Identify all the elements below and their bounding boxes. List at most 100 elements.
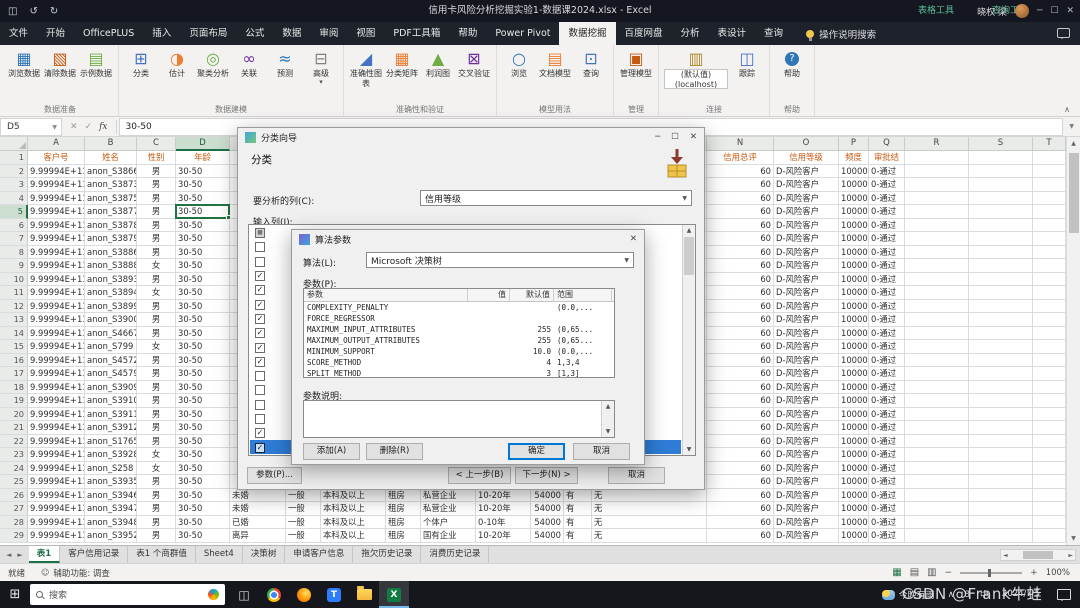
cell-B1[interactable]: 姓名 <box>85 151 137 165</box>
formula-bar-expand-icon[interactable]: ▼ <box>1063 123 1080 130</box>
cell-D21[interactable]: 30-50 <box>176 421 230 435</box>
sheet-nav-left-icon[interactable]: ◄ <box>6 551 11 559</box>
cell-N22[interactable]: 60 <box>707 434 774 448</box>
cell-T9[interactable] <box>1033 259 1066 273</box>
cell-A1[interactable]: 客户号 <box>28 151 85 165</box>
clean-data-button[interactable]: ▧ 清除数据 <box>42 47 78 79</box>
tencent-docs-icon[interactable]: T <box>319 581 349 608</box>
scrollbar-thumb[interactable] <box>1069 153 1079 233</box>
checkbox-icon[interactable] <box>255 371 265 382</box>
cell-C19[interactable]: 男 <box>137 394 176 408</box>
wizard-titlebar[interactable]: 分类向导 ─ ☐ ✕ <box>238 128 704 146</box>
cell-N16[interactable]: 60 <box>707 353 774 367</box>
cell-N26[interactable]: 60 <box>707 488 774 502</box>
column-header-C[interactable]: C <box>137 137 176 151</box>
row-header-13[interactable]: 13 <box>0 313 28 327</box>
cell-O19[interactable]: D-风险客户 <box>774 394 839 408</box>
cell-A13[interactable]: 9.99994E+11 <box>28 313 85 327</box>
checkbox-icon[interactable]: ✓ <box>255 428 265 439</box>
cell-O16[interactable]: D-风险客户 <box>774 353 839 367</box>
trace-button[interactable]: ◫ 跟踪 <box>729 47 765 79</box>
cell-T23[interactable] <box>1033 448 1066 462</box>
cell-C13[interactable]: 男 <box>137 313 176 327</box>
cell-N11[interactable]: 60 <box>707 286 774 300</box>
ribbon-tab[interactable]: 表设计 <box>709 22 756 45</box>
accuracy-chart-button[interactable]: ◢ 准确性图表 <box>348 47 384 88</box>
comment-icon[interactable] <box>1057 28 1070 39</box>
cell-J27[interactable]: 10-20年 <box>476 502 531 516</box>
ribbon-tab[interactable]: 公式 <box>236 22 273 45</box>
cell-F28[interactable]: 一般 <box>286 515 321 529</box>
cell-Q7[interactable]: 0-通过 <box>869 232 905 246</box>
cell-M26[interactable]: 无 <box>592 488 707 502</box>
row-header-22[interactable]: 22 <box>0 434 28 448</box>
cell-F29[interactable]: 一般 <box>286 529 321 543</box>
checkbox-icon[interactable]: ✓ <box>255 299 265 310</box>
tell-me-search[interactable]: 操作说明搜索 <box>806 22 876 45</box>
cell-A22[interactable]: 9.99994E+11 <box>28 434 85 448</box>
cell-E27[interactable]: 未婚 <box>230 502 286 516</box>
cell-D13[interactable]: 30-50 <box>176 313 230 327</box>
cell-B7[interactable]: anon_S3879 <box>85 232 137 246</box>
cell-S29[interactable] <box>969 529 1033 543</box>
sheet-tab[interactable]: 表1 个商群值 <box>128 546 196 563</box>
column-header-S[interactable]: S <box>969 137 1033 151</box>
ribbon-tab[interactable]: 帮助 <box>449 22 486 45</box>
cell-L26[interactable]: 有 <box>564 488 592 502</box>
row-header-4[interactable]: 4 <box>0 191 28 205</box>
cell-L29[interactable]: 有 <box>564 529 592 543</box>
forecast-button[interactable]: ≈ 预测 <box>267 47 303 79</box>
ribbon-tab[interactable]: 百度网盘 <box>616 22 672 45</box>
cell-P2[interactable]: 10000 <box>839 164 869 178</box>
cell-K29[interactable]: 54000 <box>531 529 564 543</box>
user-name[interactable]: 晓权 梁 <box>977 5 1007 18</box>
row-header-20[interactable]: 20 <box>0 407 28 421</box>
cell-B3[interactable]: anon_S3873 <box>85 178 137 192</box>
cell-C12[interactable]: 男 <box>137 299 176 313</box>
cell-R29[interactable] <box>905 529 969 543</box>
cell-R5[interactable] <box>905 205 969 219</box>
cell-Q12[interactable]: 0-通过 <box>869 299 905 313</box>
cell-S23[interactable] <box>969 448 1033 462</box>
cell-C25[interactable]: 男 <box>137 475 176 489</box>
cell-P16[interactable]: 10000 <box>839 353 869 367</box>
cell-P26[interactable]: 10000 <box>839 488 869 502</box>
ribbon-tab[interactable]: OfficePLUS <box>74 22 143 45</box>
cell-C10[interactable]: 男 <box>137 272 176 286</box>
cell-T29[interactable] <box>1033 529 1066 543</box>
cell-N3[interactable]: 60 <box>707 178 774 192</box>
cell-P17[interactable]: 10000 <box>839 367 869 381</box>
ribbon-tab[interactable]: PDF工具箱 <box>384 22 449 45</box>
cell-N9[interactable]: 60 <box>707 259 774 273</box>
cell-S12[interactable] <box>969 299 1033 313</box>
cell-S5[interactable] <box>969 205 1033 219</box>
cell-N13[interactable]: 60 <box>707 313 774 327</box>
cell-P3[interactable]: 10000 <box>839 178 869 192</box>
cell-O25[interactable]: D-风险客户 <box>774 475 839 489</box>
cell-O12[interactable]: D-风险客户 <box>774 299 839 313</box>
normal-view-icon[interactable]: ▦ <box>892 567 901 578</box>
ribbon-tab[interactable]: 分析 <box>672 22 709 45</box>
cell-G27[interactable]: 本科及以上 <box>321 502 386 516</box>
cell-O22[interactable]: D-风险客户 <box>774 434 839 448</box>
parameter-row[interactable]: FORCE_REGRESSOR <box>304 313 614 324</box>
cell-D1[interactable]: 年龄 <box>176 151 230 165</box>
cell-N17[interactable]: 60 <box>707 367 774 381</box>
cell-R13[interactable] <box>905 313 969 327</box>
ribbon-tab[interactable]: 文件 <box>0 22 37 45</box>
cell-B13[interactable]: anon_S3900 <box>85 313 137 327</box>
row-header-21[interactable]: 21 <box>0 421 28 435</box>
fill-handle[interactable] <box>226 214 231 220</box>
minimize-button[interactable]: ─ <box>1037 6 1042 16</box>
cell-R6[interactable] <box>905 218 969 232</box>
row-header-19[interactable]: 19 <box>0 394 28 408</box>
checkbox-icon[interactable] <box>255 242 265 253</box>
cell-O14[interactable]: D-风险客户 <box>774 326 839 340</box>
cell-B16[interactable]: anon_S4572 <box>85 353 137 367</box>
cell-O11[interactable]: D-风险客户 <box>774 286 839 300</box>
cell-R16[interactable] <box>905 353 969 367</box>
cell-S16[interactable] <box>969 353 1033 367</box>
cell-K27[interactable]: 54000 <box>531 502 564 516</box>
cell-P8[interactable]: 10000 <box>839 245 869 259</box>
cell-R25[interactable] <box>905 475 969 489</box>
